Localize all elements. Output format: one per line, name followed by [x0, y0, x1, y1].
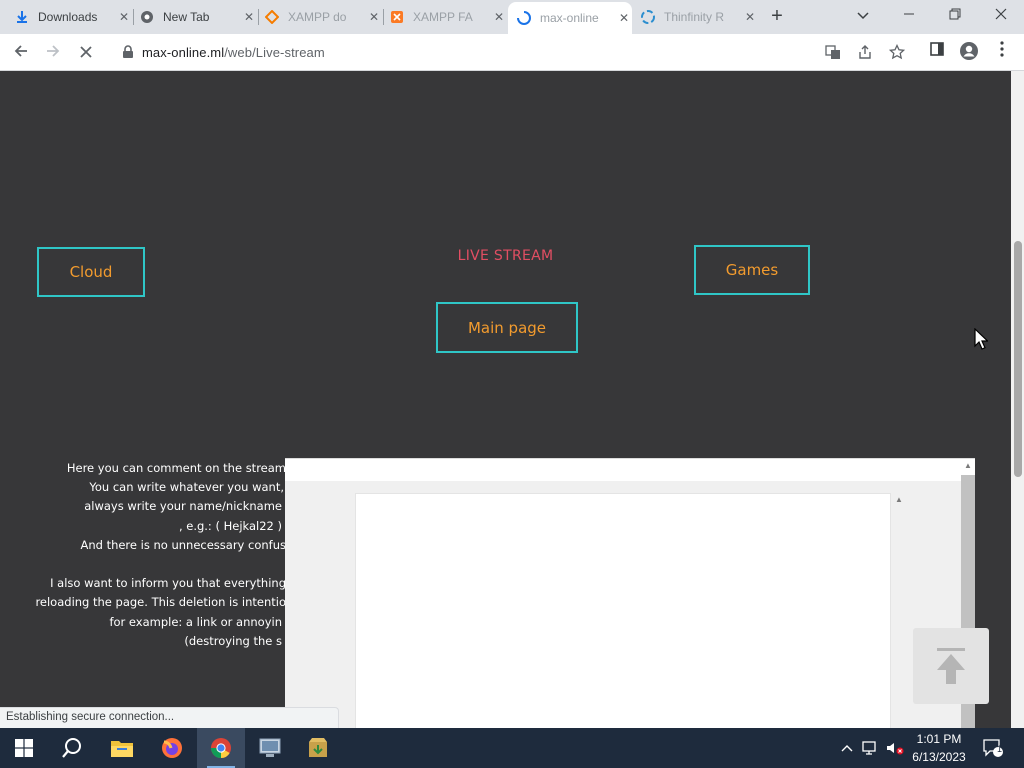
- tab-separator: [258, 9, 259, 25]
- minimize-button[interactable]: [897, 4, 921, 28]
- close-window-button[interactable]: [989, 4, 1013, 28]
- tab-separator: [133, 9, 134, 25]
- url-host: max-online.ml: [142, 45, 225, 60]
- translate-icon[interactable]: [824, 44, 842, 62]
- search-icon: [62, 738, 81, 758]
- info-line: [0, 555, 320, 574]
- side-panel-icon[interactable]: [926, 41, 948, 63]
- tab-title: XAMPP do: [288, 10, 347, 24]
- url-path: /web/Live-stream: [224, 45, 325, 60]
- windows-taskbar: 1:01 PM 6/13/2023 1: [0, 728, 1024, 768]
- lock-icon[interactable]: [122, 45, 134, 59]
- info-line: reloading the page. This deletion is int…: [35, 595, 286, 610]
- close-tab-icon[interactable]: ✕: [366, 10, 382, 24]
- download-icon: [14, 9, 30, 25]
- page-scrollbar[interactable]: [1011, 71, 1024, 728]
- forward-button[interactable]: [40, 40, 66, 66]
- start-button[interactable]: [0, 728, 48, 768]
- remote-desktop-button[interactable]: [246, 728, 294, 768]
- folder-icon: [111, 741, 133, 757]
- loading-spinner-icon: [516, 10, 532, 26]
- arrow-up-icon: [937, 648, 965, 684]
- mouse-cursor-icon: [974, 328, 988, 350]
- info-line: , e.g.: ( Hejkal22 ): [178, 518, 282, 533]
- network-icon: [862, 741, 876, 755]
- firefox-button[interactable]: [148, 728, 196, 768]
- browser-toolbar: max-online.ml/web/Live-stream: [0, 34, 1024, 71]
- close-tab-icon[interactable]: ✕: [616, 11, 632, 25]
- back-to-top-button[interactable]: [913, 628, 989, 704]
- info-line: always write your name/nickname: [84, 499, 282, 514]
- info-line: for example: a link or annoyin: [109, 614, 282, 629]
- show-hidden-icons-button[interactable]: [838, 728, 856, 768]
- app-installer-button[interactable]: [294, 728, 342, 768]
- page-title: LIVE STREAM: [457, 248, 554, 264]
- url-text: max-online.ml/web/Live-stream: [142, 45, 325, 60]
- chrome-icon: [139, 9, 155, 25]
- tab-max-online[interactable]: max-online ✕: [508, 2, 632, 34]
- menu-kebab-icon[interactable]: [991, 41, 1013, 63]
- comment-box[interactable]: [355, 493, 891, 728]
- taskbar-clock[interactable]: 1:01 PM 6/13/2023: [905, 730, 973, 766]
- close-tab-icon[interactable]: ✕: [742, 10, 758, 24]
- back-button[interactable]: [8, 40, 34, 66]
- volume-muted-icon: [887, 743, 904, 755]
- share-icon[interactable]: [856, 44, 874, 62]
- tab-title: Downloads: [38, 10, 98, 24]
- tab-title: Thinfinity R: [664, 10, 725, 24]
- stop-loading-button[interactable]: [73, 40, 99, 66]
- restore-button[interactable]: [943, 4, 967, 28]
- clock-time: 1:01 PM: [916, 732, 962, 746]
- main-page-button[interactable]: Main page: [436, 302, 578, 353]
- windows-logo-icon: [15, 739, 33, 757]
- tab-title: New Tab: [163, 10, 210, 24]
- status-bar: Establishing secure connection...: [0, 707, 339, 728]
- chrome-icon: [210, 738, 231, 759]
- volume-status[interactable]: [884, 728, 906, 768]
- close-tab-icon[interactable]: ✕: [116, 10, 132, 24]
- info-line: Here you can comment on the stream: [66, 461, 286, 475]
- info-text: Here you can comment on the stream You c…: [0, 459, 320, 651]
- info-line: And there is no unnecessary confus: [80, 537, 286, 552]
- tab-title: max-online: [540, 11, 599, 25]
- network-status[interactable]: [860, 728, 882, 768]
- notification-count: 1: [997, 744, 1003, 754]
- tab-xampp-download[interactable]: XAMPP do ✕: [264, 0, 382, 34]
- frame-header: [285, 459, 975, 481]
- clock-date: 6/13/2023: [912, 750, 966, 764]
- tab-downloads[interactable]: Downloads ✕: [14, 0, 132, 34]
- tab-new-tab[interactable]: New Tab ✕: [139, 0, 257, 34]
- close-tab-icon[interactable]: ✕: [491, 10, 507, 24]
- new-tab-button[interactable]: +: [766, 6, 788, 28]
- monitor-icon: [259, 738, 281, 757]
- action-center-button[interactable]: 1: [978, 728, 1008, 768]
- xampp-diamond-icon: [264, 9, 280, 25]
- page-viewport: Cloud Games LIVE STREAM Main page Here y…: [0, 71, 1011, 728]
- package-icon: [309, 738, 327, 757]
- scroll-up-arrow-icon[interactable]: ▲: [892, 495, 906, 507]
- search-button[interactable]: [48, 728, 96, 768]
- info-line: (destroying the s: [184, 633, 282, 648]
- comment-embed-frame[interactable]: ▲ ▲: [285, 458, 975, 728]
- tab-thinfinity[interactable]: Thinfinity R ✕: [640, 0, 758, 34]
- tab-strip: Downloads ✕ New Tab ✕ XAMPP do ✕ XAMPP F…: [0, 0, 1024, 34]
- scrollbar-thumb[interactable]: [1014, 241, 1022, 477]
- scroll-up-arrow-icon[interactable]: ▲: [961, 461, 975, 473]
- info-line: You can write whatever you want,: [89, 480, 284, 495]
- firefox-icon: [162, 738, 182, 758]
- tab-search-icon[interactable]: [851, 4, 875, 28]
- chevron-up-icon: [841, 745, 853, 752]
- xampp-logo-icon: [389, 9, 405, 25]
- bookmark-star-icon[interactable]: [888, 43, 906, 62]
- file-explorer-button[interactable]: [98, 728, 146, 768]
- close-tab-icon[interactable]: ✕: [241, 10, 257, 24]
- tab-xampp-faq[interactable]: XAMPP FA ✕: [389, 0, 507, 34]
- thinfinity-icon: [640, 9, 656, 25]
- address-bar[interactable]: max-online.ml/web/Live-stream: [108, 38, 914, 67]
- profile-avatar-icon[interactable]: [958, 41, 980, 63]
- tab-title: XAMPP FA: [413, 10, 473, 24]
- chrome-taskbar-button[interactable]: [197, 728, 245, 768]
- info-line: I also want to inform you that everythin…: [50, 576, 286, 591]
- tab-separator: [383, 9, 384, 25]
